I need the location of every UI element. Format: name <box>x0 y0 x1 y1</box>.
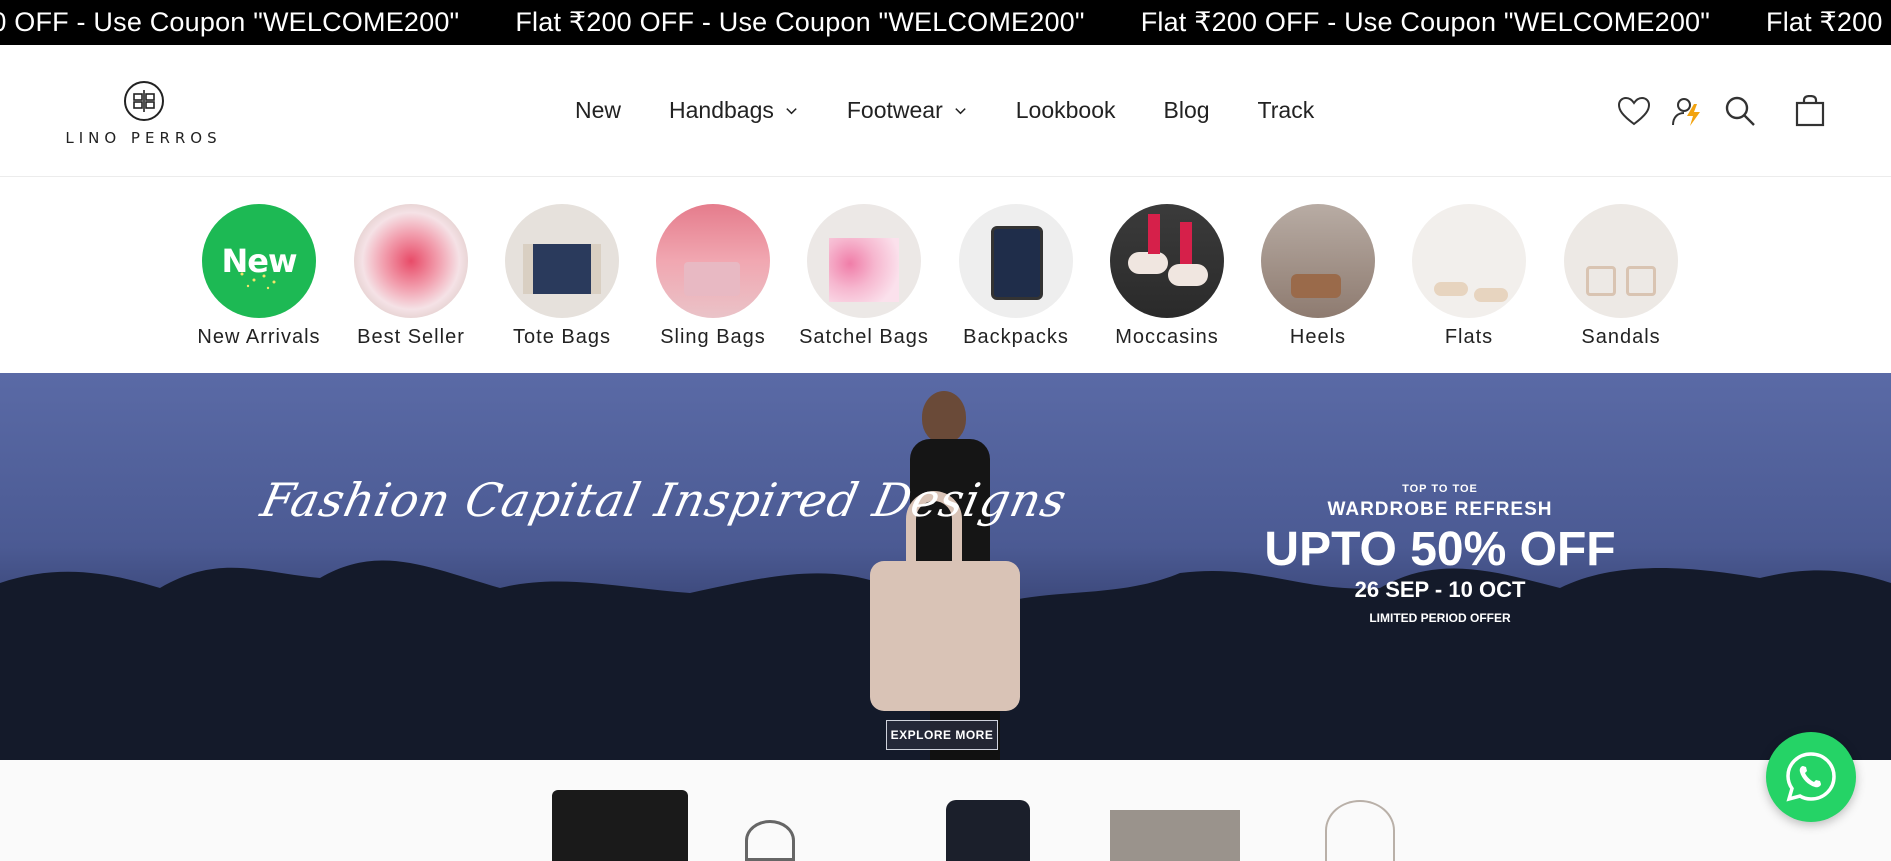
whatsapp-icon <box>1786 752 1836 802</box>
nav-item-blog[interactable]: Blog <box>1164 97 1210 124</box>
announcement-message: Flat ₹200 OFF - Use Coupon "WELCOME200" <box>0 7 460 37</box>
heart-icon <box>1617 96 1651 125</box>
category-label: Backpacks <box>963 326 1069 348</box>
nav-item-new[interactable]: New <box>575 97 621 124</box>
nav-item-track[interactable]: Track <box>1258 97 1315 124</box>
announcement-message: Flat ₹200 OFF - Use Coupon "WELCOME200" <box>1140 7 1711 37</box>
category-heels[interactable]: Heels <box>1243 204 1393 349</box>
search-icon <box>1725 96 1755 126</box>
nav-label: Footwear <box>846 97 943 123</box>
category-thumbnail <box>1261 204 1375 318</box>
nav-label: Lookbook <box>1015 97 1116 123</box>
category-best-seller[interactable]: Best Seller <box>336 204 486 349</box>
announcement-track: Flat ₹200 OFF - Use Coupon "WELCOME200" … <box>0 0 1891 45</box>
header-icons <box>1615 45 1829 176</box>
offer-note: LIMITED PERIOD OFFER <box>1369 611 1511 625</box>
product-thumbnail[interactable] <box>1325 800 1395 861</box>
logo[interactable]: LINO PERROS <box>56 81 231 151</box>
category-sling-bags[interactable]: Sling Bags <box>638 204 788 349</box>
logo-mark-icon <box>124 81 164 121</box>
model-figure <box>870 391 1070 760</box>
category-tote-bags[interactable]: Tote Bags <box>487 204 637 349</box>
offer-title: WARDROBE REFRESH <box>1327 499 1553 520</box>
category-label: New Arrivals <box>197 326 321 348</box>
category-thumbnail: New <box>202 204 316 318</box>
category-thumbnail <box>354 204 468 318</box>
category-sandals[interactable]: Sandals <box>1546 204 1696 349</box>
search-button[interactable] <box>1721 92 1759 130</box>
nav-label: Blog <box>1163 97 1210 123</box>
offer-discount: UPTO 50% OFF <box>1264 523 1616 576</box>
offer-eyebrow: TOP TO TOE <box>1402 483 1478 495</box>
category-thumbnail <box>1564 204 1678 318</box>
announcement-message: Flat ₹200 OFF - Use Coupon "WELCOME200" <box>1766 7 1891 37</box>
category-new-arrivals[interactable]: New New Arrivals <box>184 204 334 349</box>
product-thumbnail[interactable] <box>946 800 1030 861</box>
nav-item-handbags[interactable]: Handbags <box>669 97 799 124</box>
cart-button[interactable] <box>1791 92 1829 130</box>
announcement-bar: Flat ₹200 OFF - Use Coupon "WELCOME200" … <box>0 0 1891 45</box>
nav-label: Handbags <box>669 97 774 123</box>
logo-text: LINO PERROS <box>65 129 222 147</box>
category-label: Tote Bags <box>513 326 611 348</box>
category-label: Heels <box>1289 326 1347 348</box>
offer-dates: 26 SEP - 10 OCT <box>1354 577 1526 602</box>
nav-item-footwear[interactable]: Footwear <box>847 97 968 124</box>
category-thumbnail <box>807 204 921 318</box>
category-moccasins[interactable]: Moccasins <box>1092 204 1242 349</box>
category-label: Flats <box>1444 326 1494 348</box>
category-satchel-bags[interactable]: Satchel Bags <box>789 204 939 349</box>
category-thumbnail <box>505 204 619 318</box>
wishlist-button[interactable] <box>1615 92 1653 130</box>
hero-banner[interactable]: Fashion Capital Inspired Designs TOP TO … <box>0 373 1891 760</box>
category-backpacks[interactable]: Backpacks <box>941 204 1091 349</box>
nav-label: Track <box>1257 97 1315 123</box>
category-flats[interactable]: Flats <box>1394 204 1544 349</box>
bag-icon <box>1795 94 1825 126</box>
hero-offer: TOP TO TOE WARDROBE REFRESH UPTO 50% OFF… <box>1240 483 1640 625</box>
product-peek-row <box>0 760 1891 861</box>
site-header: LINO PERROS New Handbags Footwear Lookbo… <box>0 45 1891 177</box>
product-thumbnail[interactable] <box>1110 810 1240 861</box>
category-label: Moccasins <box>1115 326 1219 348</box>
account-button[interactable] <box>1668 92 1706 130</box>
category-label: Best Seller <box>357 326 465 348</box>
nav-label: New <box>575 97 622 123</box>
main-nav: New Handbags Footwear Lookbook Blog Trac… <box>575 45 1362 176</box>
category-thumbnail <box>959 204 1073 318</box>
nav-item-lookbook[interactable]: Lookbook <box>1016 97 1116 124</box>
category-label: Sandals <box>1581 326 1661 348</box>
product-thumbnail[interactable] <box>552 790 688 861</box>
sparkle-icon <box>240 272 276 290</box>
hero-script-text: Fashion Capital Inspired Designs <box>256 473 1072 527</box>
category-label: Sling Bags <box>660 326 766 348</box>
explore-more-button[interactable]: EXPLORE MORE <box>886 720 998 750</box>
category-thumbnail <box>1412 204 1526 318</box>
whatsapp-button[interactable] <box>1766 732 1856 822</box>
category-strip: New New Arrivals Best Seller Tote Bags S… <box>0 177 1891 373</box>
product-thumbnail[interactable] <box>745 820 795 861</box>
announcement-message: Flat ₹200 OFF - Use Coupon "WELCOME200" <box>515 7 1085 37</box>
category-thumbnail <box>656 204 770 318</box>
lightning-user-icon <box>1672 97 1700 126</box>
chevron-down-icon <box>786 108 797 115</box>
category-thumbnail <box>1110 204 1224 318</box>
category-label: Satchel Bags <box>799 326 929 348</box>
chevron-down-icon <box>955 108 966 115</box>
